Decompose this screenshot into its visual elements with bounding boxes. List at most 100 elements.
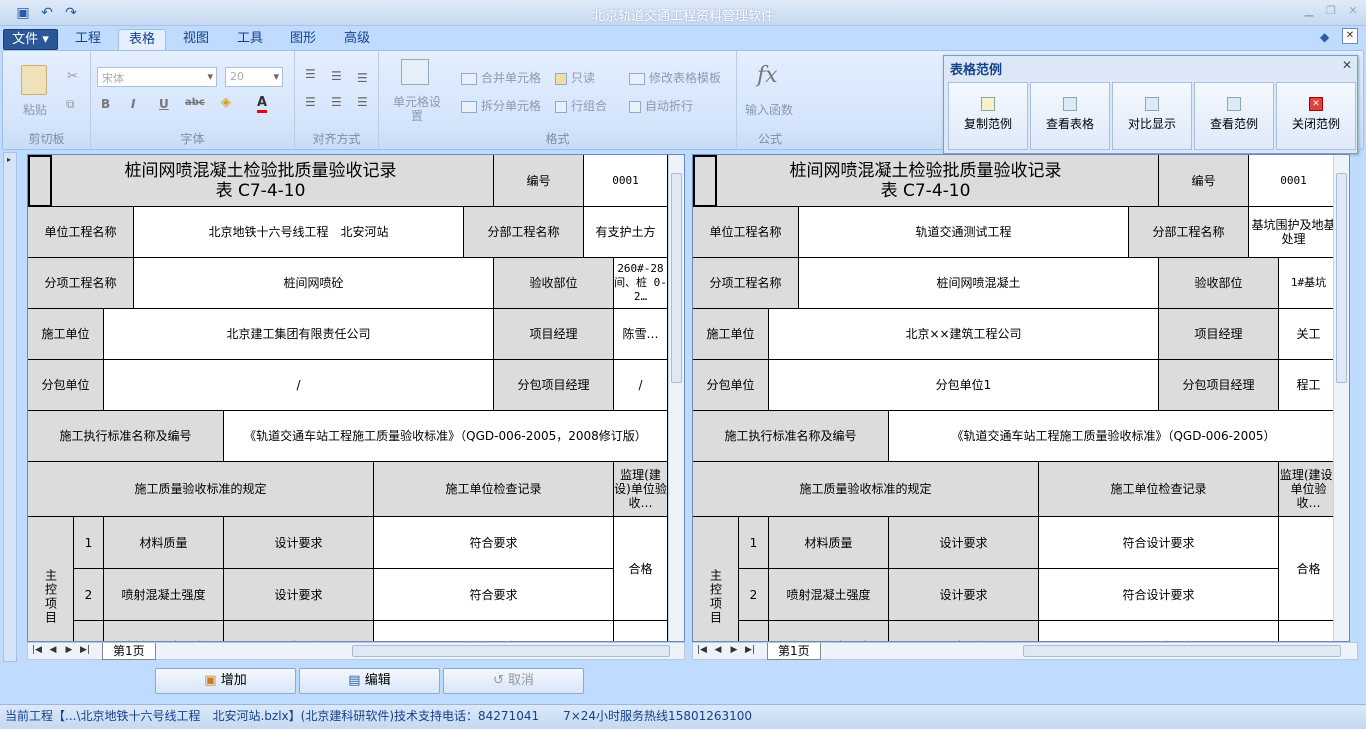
row-number[interactable]: 1 bbox=[74, 517, 104, 569]
row-requirement[interactable]: 设计要求 bbox=[889, 569, 1039, 621]
row-item-name[interactable]: 材料质量 bbox=[769, 517, 889, 569]
sub-pm-label[interactable]: 分包项目经理 bbox=[494, 360, 614, 411]
project-manager-value[interactable]: 关工 bbox=[1279, 309, 1339, 360]
view-example-button[interactable]: 查看范例 bbox=[1194, 82, 1274, 150]
align-middle-icon[interactable]: ☰ bbox=[331, 69, 342, 83]
construction-unit-value[interactable]: 北京××建筑工程公司 bbox=[769, 309, 1159, 360]
row-check-result[interactable]: 符合设计要求 bbox=[1039, 569, 1279, 621]
subcontractor-value[interactable]: 分包单位1 bbox=[769, 360, 1159, 411]
supervision-header[interactable]: 监理(建设)单位验收… bbox=[1279, 462, 1339, 517]
font-size-select[interactable]: 20 bbox=[225, 67, 283, 87]
readonly-button[interactable]: 只读 bbox=[555, 69, 595, 86]
check-record-header[interactable]: 施工单位检查记录 bbox=[374, 462, 614, 517]
bold-button[interactable]: B bbox=[101, 97, 110, 111]
acceptance-part-value[interactable]: 260#-28 间、桩 0-2… bbox=[614, 258, 668, 309]
first-sheet-icon[interactable]: |◀ bbox=[30, 645, 44, 655]
standard-value[interactable]: 《轨道交通车站工程施工质量验收标准》（QGD-006-2005） bbox=[889, 411, 1339, 462]
unit-project-value[interactable]: 轨道交通测试工程 bbox=[799, 207, 1129, 258]
row-item-name[interactable]: 材料质量 bbox=[104, 517, 224, 569]
minimize-button[interactable]: ▁ bbox=[1300, 4, 1318, 18]
row-group-button[interactable]: 行组合 bbox=[555, 97, 607, 114]
item-project-value[interactable]: 桩间网喷砼 bbox=[134, 258, 494, 309]
row-requirement[interactable]: 设计要求 bbox=[224, 621, 374, 641]
merge-cells-button[interactable]: 合并单元格 bbox=[461, 69, 541, 86]
subcontractor-value[interactable]: / bbox=[104, 360, 494, 411]
project-manager-label[interactable]: 项目经理 bbox=[1159, 309, 1279, 360]
paste-button[interactable]: 粘贴 bbox=[23, 101, 47, 118]
row-number[interactable]: 3 bbox=[739, 621, 769, 641]
main-control-label[interactable]: 主控项目 bbox=[693, 517, 739, 641]
sub-project-label[interactable]: 分部工程名称 bbox=[1129, 207, 1249, 258]
expand-arrow-icon[interactable]: ▸ bbox=[7, 155, 11, 164]
standard-label[interactable]: 施工执行标准名称及编号 bbox=[28, 411, 224, 462]
construction-unit-label[interactable]: 施工单位 bbox=[693, 309, 769, 360]
unit-project-label[interactable]: 单位工程名称 bbox=[28, 207, 134, 258]
sub-project-value[interactable]: 基坑围护及地基处理 bbox=[1249, 207, 1339, 258]
row-requirement[interactable]: 设计要求 bbox=[889, 621, 1039, 641]
right-hscroll[interactable] bbox=[1023, 645, 1341, 657]
row-check-result[interactable]: 符合要求 bbox=[374, 569, 614, 621]
right-sheet-tab[interactable]: 第1页 bbox=[767, 643, 821, 660]
ribbon-close-icon[interactable]: ✕ bbox=[1342, 28, 1358, 44]
restore-button[interactable]: ❐ bbox=[1322, 4, 1340, 18]
first-sheet-icon[interactable]: |◀ bbox=[695, 645, 709, 655]
requirement-header[interactable]: 施工质量验收标准的规定 bbox=[693, 462, 1039, 517]
file-menu[interactable]: 文件 ▾ bbox=[3, 29, 58, 50]
supervision-blank[interactable] bbox=[614, 621, 668, 641]
font-name-select[interactable]: 宋体 bbox=[97, 67, 217, 87]
acceptance-part-label[interactable]: 验收部位 bbox=[494, 258, 614, 309]
sub-pm-label[interactable]: 分包项目经理 bbox=[1159, 360, 1279, 411]
number-value[interactable]: 0001 bbox=[584, 155, 668, 207]
left-vscroll-thumb[interactable] bbox=[671, 173, 682, 383]
form-title[interactable]: 桩间网喷混凝土检验批质量验收记录表 C7-4-10 bbox=[693, 155, 1159, 207]
align-top-icon[interactable]: ☰ bbox=[305, 67, 316, 81]
tab-view[interactable]: 视图 bbox=[174, 29, 218, 50]
number-value[interactable]: 0001 bbox=[1249, 155, 1339, 207]
left-hscroll[interactable] bbox=[352, 645, 670, 657]
tab-project[interactable]: 工程 bbox=[66, 29, 110, 50]
tab-table[interactable]: 表格 bbox=[118, 29, 166, 50]
form-title[interactable]: 桩间网喷混凝土检验批质量验收记录表 C7-4-10 bbox=[28, 155, 494, 207]
align-right-icon[interactable]: ☰ bbox=[357, 95, 368, 109]
close-example-button[interactable]: ✕ 关闭范例 bbox=[1276, 82, 1356, 150]
number-label[interactable]: 编号 bbox=[494, 155, 584, 207]
sub-project-value[interactable]: 有支护土方 bbox=[584, 207, 668, 258]
standard-value[interactable]: 《轨道交通车站工程施工质量验收标准》（QGD-006-2005，2008修订版） bbox=[224, 411, 668, 462]
row-check-result[interactable]: 符合设计要求 bbox=[1039, 621, 1279, 641]
last-sheet-icon[interactable]: ▶| bbox=[743, 645, 757, 655]
tab-graphics[interactable]: 图形 bbox=[281, 29, 325, 50]
row-item-name[interactable]: 喷射混凝土厚度 bbox=[769, 621, 889, 641]
strike-button[interactable]: abc bbox=[185, 97, 205, 108]
row-requirement[interactable]: 设计要求 bbox=[224, 517, 374, 569]
close-button[interactable]: ✕ bbox=[1344, 4, 1362, 18]
requirement-header[interactable]: 施工质量验收标准的规定 bbox=[28, 462, 374, 517]
row-check-result[interactable]: 符合要求 bbox=[374, 517, 614, 569]
split-cells-button[interactable]: 拆分单元格 bbox=[461, 97, 541, 114]
item-project-value[interactable]: 桩间网喷混凝土 bbox=[799, 258, 1159, 309]
supervision-result[interactable]: 合格 bbox=[1279, 517, 1339, 621]
row-requirement[interactable]: 设计要求 bbox=[889, 517, 1039, 569]
last-sheet-icon[interactable]: ▶| bbox=[78, 645, 92, 655]
check-record-header[interactable]: 施工单位检查记录 bbox=[1039, 462, 1279, 517]
left-vscroll[interactable] bbox=[668, 155, 684, 641]
fx-icon[interactable]: fx bbox=[757, 63, 778, 88]
row-check-result[interactable]: 符合设计要求 bbox=[1039, 517, 1279, 569]
auto-wrap-button[interactable]: 自动折行 bbox=[629, 97, 693, 114]
acceptance-part-label[interactable]: 验收部位 bbox=[1159, 258, 1279, 309]
next-sheet-icon[interactable]: ▶ bbox=[727, 645, 741, 655]
construction-unit-value[interactable]: 北京建工集团有限责任公司 bbox=[104, 309, 494, 360]
row-item-name[interactable]: 喷射混凝土强度 bbox=[769, 569, 889, 621]
paste-icon[interactable] bbox=[21, 65, 47, 95]
sub-pm-value[interactable]: / bbox=[614, 360, 668, 411]
main-control-label[interactable]: 主控项目 bbox=[28, 517, 74, 641]
row-requirement[interactable]: 设计要求 bbox=[224, 569, 374, 621]
left-sheet-tab[interactable]: 第1页 bbox=[102, 643, 156, 660]
subcontractor-label[interactable]: 分包单位 bbox=[693, 360, 769, 411]
item-project-label[interactable]: 分项工程名称 bbox=[693, 258, 799, 309]
modify-template-button[interactable]: 修改表格模板 bbox=[629, 69, 721, 86]
align-bottom-icon[interactable]: ☰ bbox=[357, 71, 368, 85]
row-item-name[interactable]: 喷射混凝土厚度 bbox=[104, 621, 224, 641]
align-center-icon[interactable]: ☰ bbox=[331, 95, 342, 109]
tab-advanced[interactable]: 高级 bbox=[335, 29, 379, 50]
next-sheet-icon[interactable]: ▶ bbox=[62, 645, 76, 655]
